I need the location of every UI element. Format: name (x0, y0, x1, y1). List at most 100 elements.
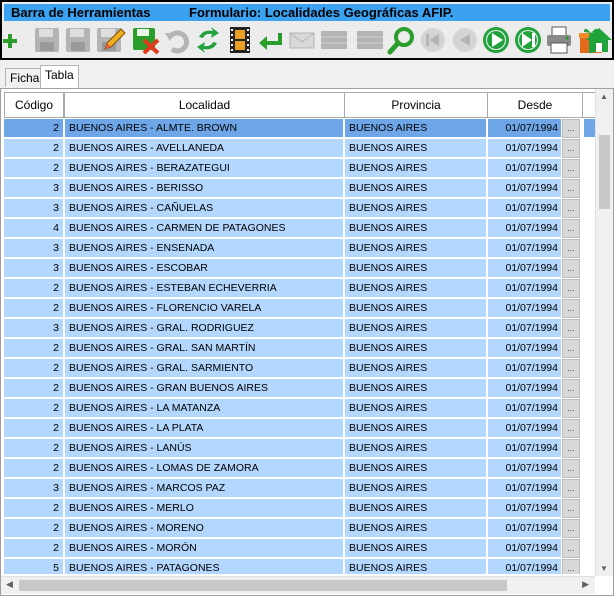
cell-codigo[interactable]: 3 (4, 319, 64, 338)
cell-codigo[interactable]: 3 (4, 199, 64, 218)
cell-desde[interactable]: 01/07/1994 (488, 139, 562, 158)
cell-localidad[interactable]: BUENOS AIRES - CAÑUELAS (65, 199, 344, 218)
cell-localidad[interactable]: BUENOS AIRES - GRAL. SAN MARTÍN (65, 339, 344, 358)
table-row[interactable]: 2 BUENOS AIRES - GRAL. SAN MARTÍN BUENOS A… (4, 339, 582, 358)
vertical-scrollbar[interactable]: ▲ ▼ (595, 89, 613, 576)
column-header-provincia[interactable]: Provincia (344, 92, 488, 118)
horizontal-scroll-thumb[interactable] (19, 580, 507, 591)
cell-provincia[interactable]: BUENOS AIRES (345, 399, 487, 418)
cell-provincia[interactable]: BUENOS AIRES (345, 499, 487, 518)
cell-codigo[interactable]: 2 (4, 519, 64, 538)
scroll-right-icon[interactable]: ▶ (582, 579, 589, 590)
table-row[interactable]: 2 BUENOS AIRES - GRAN BUENOS AIRES BUENOS … (4, 379, 582, 398)
cell-localidad[interactable]: BUENOS AIRES - FLORENCIO VARELA (65, 299, 344, 318)
table-row[interactable]: 3 BUENOS AIRES - CAÑUELAS BUENOS AIRES 01/0… (4, 199, 582, 218)
cell-desde[interactable]: 01/07/1994 (488, 539, 562, 558)
vertical-scroll-thumb[interactable] (599, 135, 610, 209)
table-row[interactable]: 3 BUENOS AIRES - BERISSO BUENOS AIRES 01/07… (4, 179, 582, 198)
cell-codigo[interactable]: 5 (4, 559, 64, 574)
cell-codigo[interactable]: 2 (4, 419, 64, 438)
table-row[interactable]: 2 BUENOS AIRES - LANÚS BUENOS AIRES 01/07/1… (4, 439, 582, 458)
cell-codigo[interactable]: 2 (4, 299, 64, 318)
row-ellipsis-button[interactable]: ... (562, 379, 580, 398)
column-header-localidad[interactable]: Localidad (64, 92, 345, 118)
cell-provincia[interactable]: BUENOS AIRES (345, 219, 487, 238)
cell-desde[interactable]: 01/07/1994 (488, 399, 562, 418)
row-ellipsis-button[interactable]: ... (562, 499, 580, 518)
cell-desde[interactable]: 01/07/1994 (488, 219, 562, 238)
row-ellipsis-button[interactable]: ... (562, 299, 580, 318)
table-row[interactable]: 2 BUENOS AIRES - LA PLATA BUENOS AIRES 01/0… (4, 419, 582, 438)
cell-localidad[interactable]: BUENOS AIRES - AVELLANEDA (65, 139, 344, 158)
cell-provincia[interactable]: BUENOS AIRES (345, 379, 487, 398)
cell-codigo[interactable]: 2 (4, 159, 64, 178)
grid-button-2[interactable] (355, 25, 385, 55)
row-ellipsis-button[interactable]: ... (562, 139, 580, 158)
add-button[interactable] (0, 25, 29, 55)
cell-localidad[interactable]: BUENOS AIRES - ALMTE. BROWN (65, 119, 344, 138)
table-row[interactable]: 5 BUENOS AIRES - PATAGONES BUENOS AIRES 01/… (4, 559, 582, 574)
table-row[interactable]: 2 BUENOS AIRES - MORENO BUENOS AIRES 01/07/… (4, 519, 582, 538)
cell-provincia[interactable]: BUENOS AIRES (345, 199, 487, 218)
cell-localidad[interactable]: BUENOS AIRES - MARCOS PAZ (65, 479, 344, 498)
table-row[interactable]: 2 BUENOS AIRES - ESTEBAN ECHEVERRIA BUENOS… (4, 279, 582, 298)
cell-desde[interactable]: 01/07/1994 (488, 159, 562, 178)
scroll-up-icon[interactable]: ▲ (600, 92, 608, 101)
cell-codigo[interactable]: 2 (4, 499, 64, 518)
cell-localidad[interactable]: BUENOS AIRES - LA MATANZA (65, 399, 344, 418)
row-ellipsis-button[interactable]: ... (562, 319, 580, 338)
filmstrip-button[interactable] (225, 25, 255, 55)
table-row[interactable]: 2 BUENOS AIRES - MERLO BUENOS AIRES 01/07/1… (4, 499, 582, 518)
cell-provincia[interactable]: BUENOS AIRES (345, 179, 487, 198)
cell-localidad[interactable]: BUENOS AIRES - MORÓN (65, 539, 344, 558)
tab-ficha[interactable]: Ficha (5, 68, 45, 87)
cell-provincia[interactable]: BUENOS AIRES (345, 459, 487, 478)
table-row[interactable]: 2 BUENOS AIRES - ALMTE. BROWN BUENOS AIRES… (4, 119, 582, 138)
cell-codigo[interactable]: 2 (4, 339, 64, 358)
table-row[interactable]: 3 BUENOS AIRES - ENSENADA BUENOS AIRES 01/0… (4, 239, 582, 258)
tab-tabla[interactable]: Tabla (40, 65, 79, 88)
grid-button-1[interactable] (319, 25, 349, 55)
cell-provincia[interactable]: BUENOS AIRES (345, 359, 487, 378)
cell-desde[interactable]: 01/07/1994 (488, 179, 562, 198)
row-ellipsis-button[interactable]: ... (562, 359, 580, 378)
row-ellipsis-button[interactable]: ... (562, 199, 580, 218)
row-ellipsis-button[interactable]: ... (562, 119, 580, 138)
save-as-button[interactable] (63, 25, 93, 55)
table-row[interactable]: 2 BUENOS AIRES - LA MATANZA BUENOS AIRES 01… (4, 399, 582, 418)
table-row[interactable]: 2 BUENOS AIRES - AVELLANEDA BUENOS AIRES 01… (4, 139, 582, 158)
row-ellipsis-button[interactable]: ... (562, 339, 580, 358)
table-row[interactable]: 2 BUENOS AIRES - BERAZATEGUI BUENOS AIRES 0… (4, 159, 582, 178)
row-ellipsis-button[interactable]: ... (562, 239, 580, 258)
row-ellipsis-button[interactable]: ... (562, 259, 580, 278)
cell-desde[interactable]: 01/07/1994 (488, 499, 562, 518)
cell-localidad[interactable]: BUENOS AIRES - GRAL. RODRIGUEZ (65, 319, 344, 338)
cell-desde[interactable]: 01/07/1994 (488, 359, 562, 378)
cell-desde[interactable]: 01/07/1994 (488, 299, 562, 318)
cell-localidad[interactable]: BUENOS AIRES - GRAL. SARMIENTO (65, 359, 344, 378)
cell-codigo[interactable]: 2 (4, 119, 64, 138)
row-ellipsis-button[interactable]: ... (562, 399, 580, 418)
next-record-button[interactable] (481, 25, 511, 55)
refresh-button[interactable] (193, 25, 223, 55)
cell-codigo[interactable]: 2 (4, 539, 64, 558)
cell-provincia[interactable]: BUENOS AIRES (345, 159, 487, 178)
table-row[interactable]: 2 BUENOS AIRES - MORÓN BUENOS AIRES 01/07/1… (4, 539, 582, 558)
cell-desde[interactable]: 01/07/1994 (488, 119, 562, 138)
cell-desde[interactable]: 01/07/1994 (488, 199, 562, 218)
cell-localidad[interactable]: BUENOS AIRES - GRAN BUENOS AIRES (65, 379, 344, 398)
cell-desde[interactable]: 01/07/1994 (488, 419, 562, 438)
cell-codigo[interactable]: 2 (4, 359, 64, 378)
row-ellipsis-button[interactable]: ... (562, 479, 580, 498)
cell-provincia[interactable]: BUENOS AIRES (345, 419, 487, 438)
row-ellipsis-button[interactable]: ... (562, 459, 580, 478)
cell-localidad[interactable]: BUENOS AIRES - ESTEBAN ECHEVERRIA (65, 279, 344, 298)
table-row[interactable]: 3 BUENOS AIRES - GRAL. RODRIGUEZ BUENOS AI… (4, 319, 582, 338)
column-header-codigo[interactable]: Código (4, 92, 64, 118)
row-ellipsis-button[interactable]: ... (562, 519, 580, 538)
table-row[interactable]: 4 BUENOS AIRES - CARMEN DE PATAGONES BUENO… (4, 219, 582, 238)
cell-localidad[interactable]: BUENOS AIRES - BERISSO (65, 179, 344, 198)
scroll-down-icon[interactable]: ▼ (600, 564, 608, 573)
cell-localidad[interactable]: BUENOS AIRES - MERLO (65, 499, 344, 518)
mail-button[interactable] (287, 25, 317, 55)
